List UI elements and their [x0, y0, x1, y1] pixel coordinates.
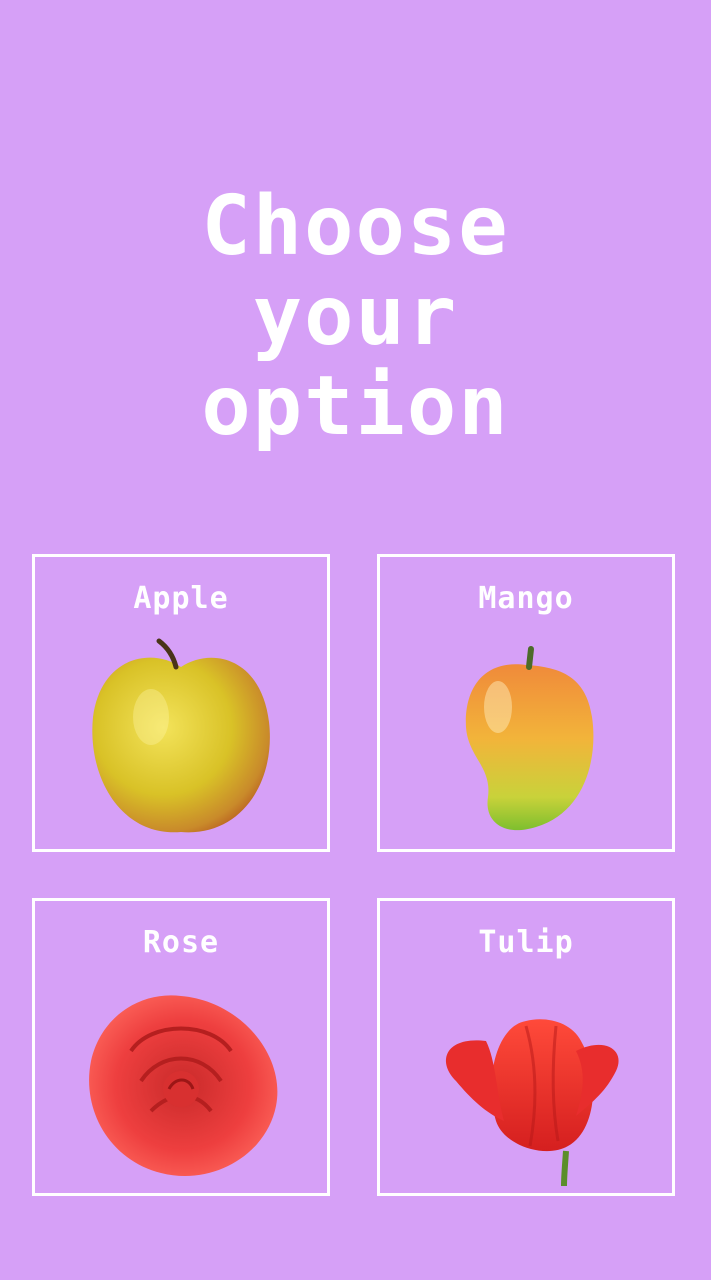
option-card-apple[interactable]: Apple — [32, 554, 330, 852]
option-label-tulip: Tulip — [478, 925, 574, 960]
rose-icon — [35, 981, 327, 1191]
option-label-rose: Rose — [142, 925, 220, 960]
mango-icon — [380, 637, 672, 847]
option-label-apple: Apple — [133, 581, 229, 616]
apple-icon — [35, 637, 327, 847]
title-line-2: your — [252, 269, 459, 364]
option-label-mango: Mango — [478, 581, 574, 616]
option-card-rose[interactable]: Rose — [32, 898, 330, 1196]
option-card-tulip[interactable]: Tulip — [377, 898, 675, 1196]
tulip-icon — [380, 981, 672, 1191]
option-card-mango[interactable]: Mango — [377, 554, 675, 852]
page-title: Choose your option — [0, 182, 711, 452]
title-line-1: Choose — [201, 179, 510, 274]
title-line-3: option — [201, 359, 510, 454]
